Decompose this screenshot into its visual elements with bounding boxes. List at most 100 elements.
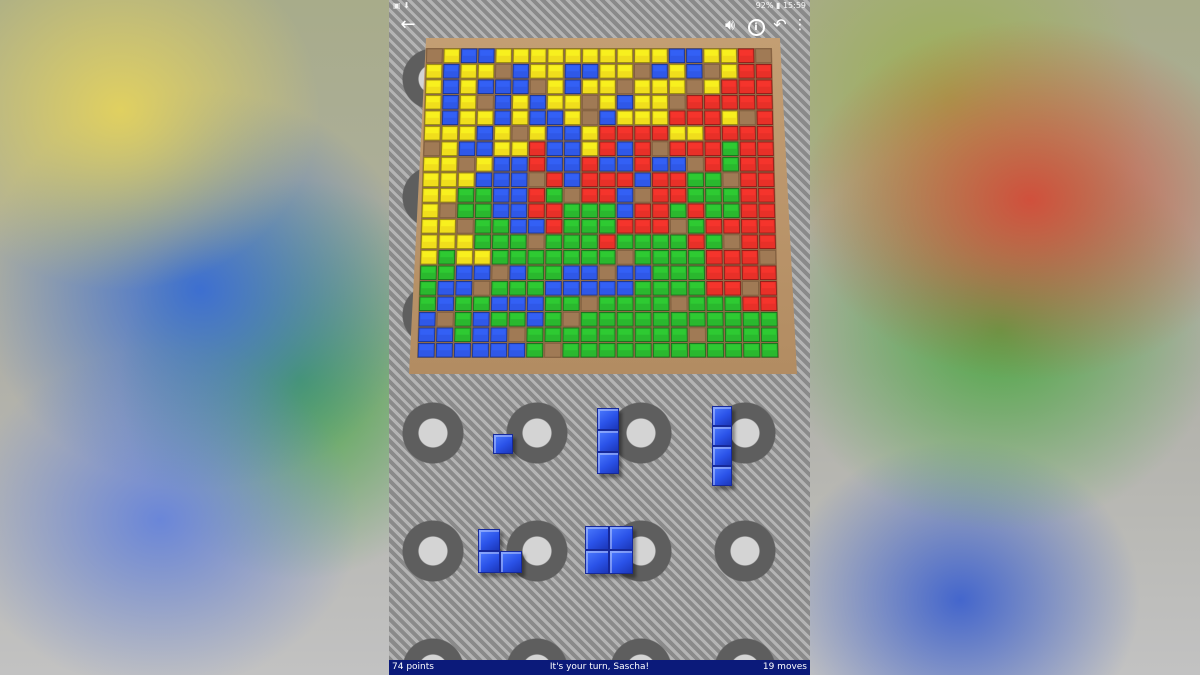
- board-cell-empty[interactable]: [739, 110, 756, 125]
- cell-highlight: [461, 127, 474, 134]
- cell-highlight: [600, 313, 614, 320]
- board-cell-empty[interactable]: [563, 188, 581, 203]
- board-cell-empty[interactable]: [426, 48, 443, 63]
- board-cell-empty[interactable]: [527, 234, 545, 249]
- cell-highlight: [687, 50, 701, 56]
- board-cell-empty[interactable]: [686, 79, 703, 94]
- board-cell-empty[interactable]: [477, 95, 494, 110]
- board-cell-empty[interactable]: [616, 250, 634, 265]
- board-cell-empty[interactable]: [670, 219, 687, 234]
- board-cell-empty[interactable]: [634, 188, 651, 203]
- board-cell-empty[interactable]: [458, 157, 475, 172]
- cell-highlight: [565, 158, 579, 165]
- board-cell-empty[interactable]: [723, 234, 741, 249]
- status-footer: 74 points It's your turn, Sascha! 19 mov…: [389, 660, 810, 675]
- cell-highlight: [707, 267, 721, 273]
- cell-highlight: [689, 174, 702, 180]
- cell-highlight: [688, 96, 702, 103]
- board-cell-empty[interactable]: [669, 95, 686, 110]
- board-cell-empty[interactable]: [511, 126, 528, 141]
- board-cell-empty[interactable]: [759, 250, 777, 265]
- cell-highlight: [564, 329, 578, 335]
- cell-highlight: [741, 143, 755, 149]
- board-cell-empty[interactable]: [722, 172, 740, 187]
- cell-highlight: [424, 174, 438, 180]
- board-cell-empty[interactable]: [755, 48, 772, 63]
- board-cell-empty[interactable]: [529, 79, 547, 94]
- cell-highlight: [670, 65, 684, 72]
- cell-highlight: [529, 220, 543, 227]
- cell-highlight: [653, 127, 667, 134]
- cell-highlight: [511, 251, 525, 258]
- cell-highlight: [443, 112, 457, 118]
- cell-highlight: [671, 158, 685, 165]
- cell-highlight: [654, 298, 668, 304]
- cell-highlight: [690, 298, 704, 304]
- cell-highlight: [546, 313, 560, 320]
- cell-highlight: [745, 344, 759, 351]
- piece-block: [712, 446, 732, 466]
- board-cell-empty[interactable]: [423, 141, 441, 156]
- cell-highlight: [530, 189, 544, 196]
- board-cell-empty[interactable]: [582, 95, 599, 110]
- board-cell-empty[interactable]: [687, 157, 704, 172]
- cell-highlight: [476, 236, 490, 242]
- cell-highlight: [600, 329, 614, 335]
- board-cell-empty[interactable]: [436, 312, 454, 327]
- cell-highlight: [439, 298, 453, 304]
- board-cell-empty[interactable]: [580, 296, 598, 311]
- cell-highlight: [636, 344, 650, 351]
- cell-highlight: [672, 329, 686, 335]
- cell-highlight: [584, 50, 597, 56]
- cell-highlight: [549, 50, 562, 56]
- cell-highlight: [653, 50, 666, 56]
- cell-highlight: [565, 205, 579, 211]
- board-cell-empty[interactable]: [652, 141, 669, 156]
- cell-highlight: [565, 251, 579, 258]
- cell-highlight: [689, 236, 703, 242]
- board-cell-empty[interactable]: [617, 79, 633, 94]
- cell-highlight: [706, 174, 720, 180]
- cell-highlight: [549, 65, 562, 72]
- board-cell-empty[interactable]: [495, 64, 512, 79]
- cell-highlight: [600, 205, 614, 211]
- board-cell-empty[interactable]: [491, 265, 509, 280]
- cell-highlight: [462, 50, 476, 56]
- cell-highlight: [495, 143, 509, 149]
- cell-highlight: [514, 81, 527, 87]
- board-cell-empty[interactable]: [562, 312, 580, 327]
- cell-highlight: [742, 189, 756, 196]
- cell-highlight: [760, 205, 774, 211]
- cell-highlight: [618, 143, 632, 149]
- board-cell-empty[interactable]: [670, 296, 688, 311]
- piece-block: [609, 550, 633, 574]
- board-cell-empty[interactable]: [544, 343, 562, 358]
- board-cell-empty[interactable]: [456, 219, 474, 234]
- board-cell-empty[interactable]: [599, 265, 616, 280]
- cell-highlight: [530, 205, 543, 211]
- board-cell-empty[interactable]: [473, 281, 491, 296]
- cell-highlight: [423, 205, 437, 211]
- cell-highlight: [457, 298, 471, 304]
- cell-highlight: [547, 251, 561, 258]
- cell-highlight: [671, 205, 685, 211]
- game-board[interactable]: [389, 0, 810, 400]
- board-cell-empty[interactable]: [703, 64, 720, 79]
- board-cell-empty[interactable]: [439, 203, 457, 218]
- piece-block: [585, 550, 609, 574]
- cell-highlight: [440, 236, 454, 242]
- board-cell-empty[interactable]: [528, 172, 545, 187]
- cell-highlight: [708, 298, 722, 304]
- cell-highlight: [582, 329, 596, 335]
- cell-highlight: [725, 267, 739, 273]
- board-cell-empty[interactable]: [688, 327, 706, 342]
- cell-highlight: [757, 81, 771, 87]
- cell-highlight: [530, 158, 544, 165]
- board-cell-empty[interactable]: [742, 281, 759, 296]
- board-cell-empty[interactable]: [582, 110, 599, 125]
- cell-highlight: [512, 174, 526, 180]
- board-cell-empty[interactable]: [508, 327, 526, 342]
- cell-highlight: [671, 112, 684, 118]
- cell-highlight: [760, 236, 774, 242]
- board-cell-empty[interactable]: [634, 64, 651, 79]
